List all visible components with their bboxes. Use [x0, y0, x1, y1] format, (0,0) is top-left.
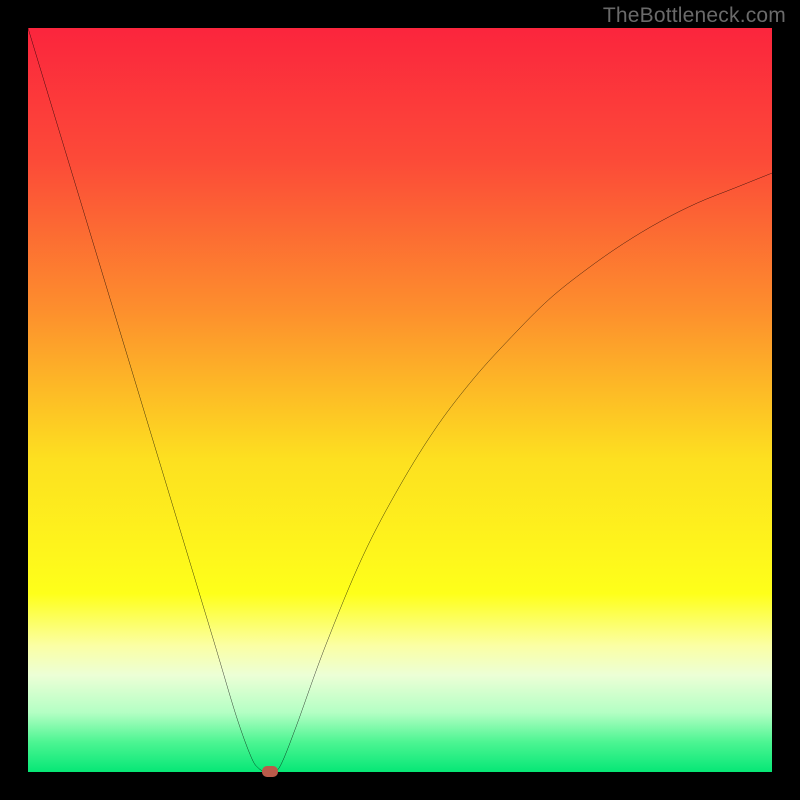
bottleneck-curve [28, 28, 772, 772]
plot-area [28, 28, 772, 772]
watermark-text: TheBottleneck.com [603, 4, 786, 28]
optimal-point-marker [262, 766, 278, 777]
